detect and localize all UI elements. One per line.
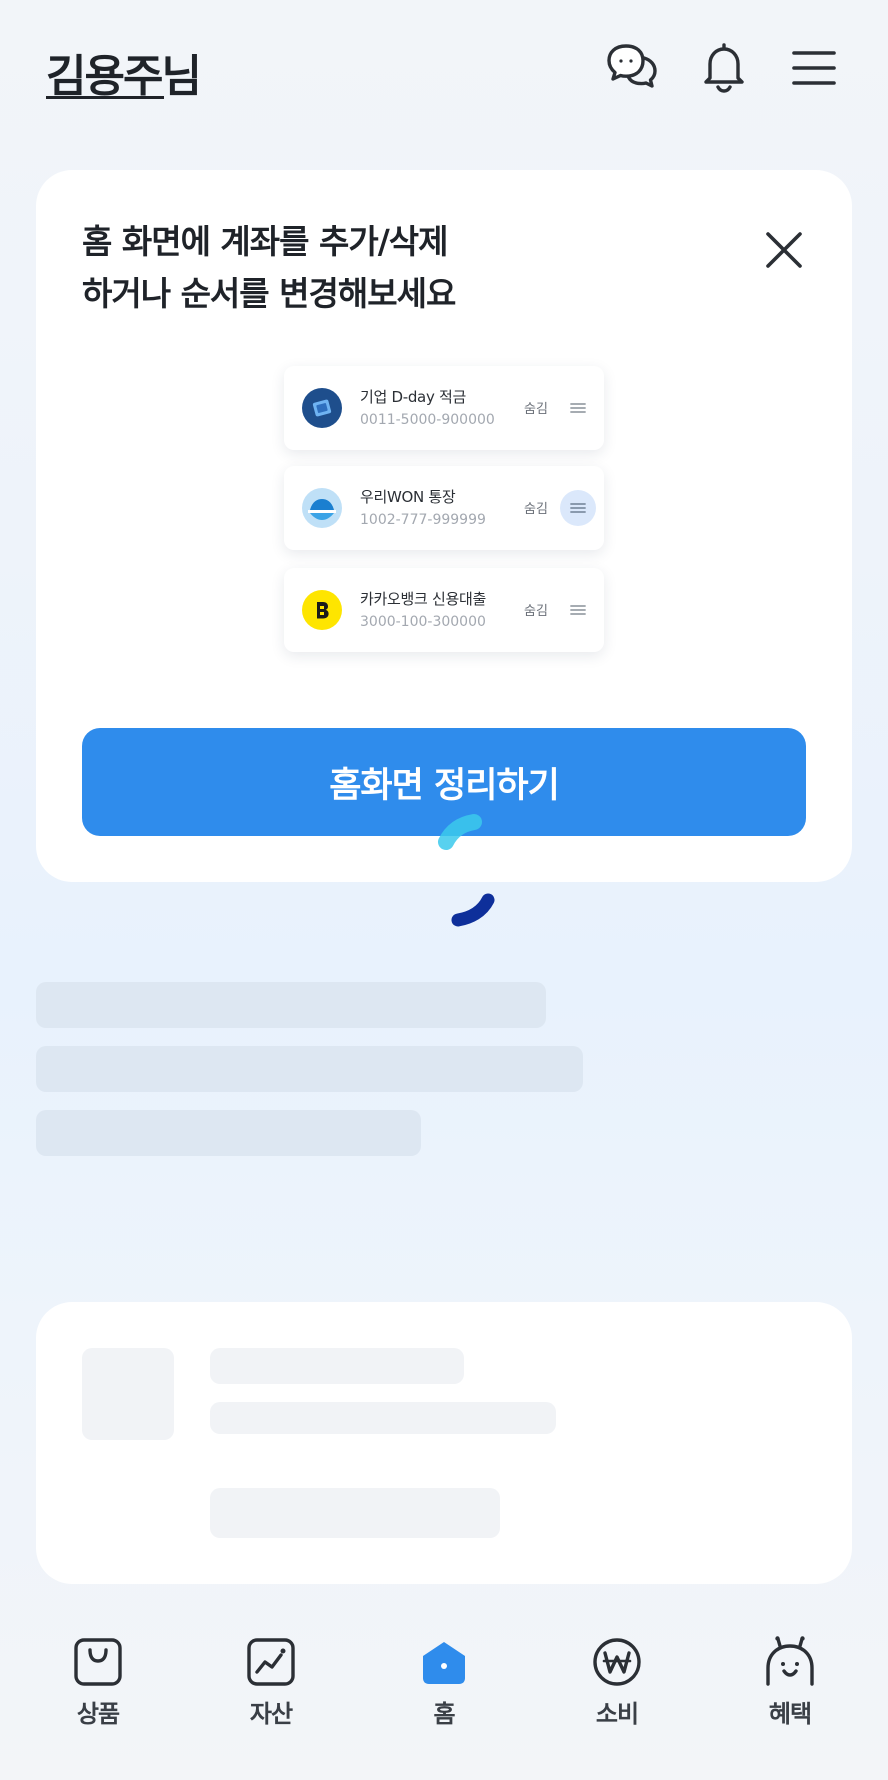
- organize-home-button[interactable]: 홈화면 정리하기: [82, 728, 806, 836]
- promo-title-line-1: 홈 화면에 계좌를 추가/삭제: [82, 222, 448, 261]
- hide-label: 숨김: [524, 604, 548, 619]
- tab-label: 혜택: [768, 1700, 812, 1728]
- bell-icon[interactable]: [696, 40, 752, 96]
- tab-home[interactable]: 홈: [384, 1634, 504, 1744]
- loading-placeholder: [210, 1348, 464, 1384]
- close-button[interactable]: [752, 218, 816, 282]
- hide-label: 숨김: [524, 502, 548, 517]
- loading-placeholder: [210, 1488, 500, 1538]
- tab-label: 상품: [76, 1700, 120, 1728]
- promo-title-line-2: 하거나 순서를 변경해보세요: [82, 274, 456, 313]
- account-name: 기업 D-day 적금: [360, 388, 466, 406]
- tab-label: 소비: [595, 1700, 639, 1728]
- tab-benefits[interactable]: 혜택: [730, 1634, 850, 1744]
- woori-bank-logo-icon: [302, 488, 342, 528]
- drag-handle-icon: [560, 490, 596, 526]
- account-preview-row: 우리WON 통장 1002-777-999999 숨김: [284, 466, 604, 550]
- close-icon: [766, 232, 802, 268]
- bottom-tab-bar: 상품 자산 홈 소비 혜택: [0, 1610, 888, 1780]
- kakaobank-logo-icon: [302, 590, 342, 630]
- hide-label: 숨김: [524, 402, 548, 417]
- loading-placeholder: [210, 1402, 556, 1434]
- account-preview-row: 기업 D-day 적금 0011-5000-900000 숨김: [284, 366, 604, 450]
- drag-handle-icon: [560, 390, 596, 426]
- account-number: 1002-777-999999: [360, 512, 486, 528]
- header: 김용주님: [0, 0, 888, 140]
- user-name[interactable]: 김용주님: [46, 40, 202, 104]
- account-number: 0011-5000-900000: [360, 412, 495, 428]
- home-edit-promo-card: 홈 화면에 계좌를 추가/삭제 하거나 순서를 변경해보세요 기업 D-day …: [36, 170, 852, 927]
- account-name: 카카오뱅크 신용대출: [360, 590, 486, 608]
- account-preview-row: 카카오뱅크 신용대출 3000-100-300000 숨김: [284, 568, 604, 652]
- tab-spending[interactable]: 소비: [557, 1634, 677, 1744]
- promo-title: 홈 화면에 계좌를 추가/삭제 하거나 순서를 변경해보세요: [82, 216, 602, 320]
- loading-placeholder: [36, 1110, 421, 1156]
- loading-placeholder: [36, 1046, 583, 1092]
- loading-placeholder: [82, 1348, 174, 1440]
- loading-card: [36, 1302, 852, 1584]
- tab-label: 홈: [433, 1700, 455, 1728]
- account-number: 3000-100-300000: [360, 614, 486, 630]
- account-name: 우리WON 통장: [360, 488, 456, 506]
- tab-label: 자산: [249, 1700, 293, 1728]
- won-icon: [593, 1638, 641, 1686]
- loading-placeholder: [36, 982, 546, 1028]
- ibk-bank-logo-icon: [302, 388, 342, 428]
- menu-icon[interactable]: [786, 40, 842, 96]
- user-name-underline: [46, 96, 164, 99]
- chart-icon: [247, 1638, 295, 1686]
- tab-assets[interactable]: 자산: [211, 1634, 331, 1744]
- drag-handle-icon: [560, 592, 596, 628]
- benefit-character-icon: [766, 1636, 814, 1686]
- organize-home-button-label: 홈화면 정리하기: [329, 765, 560, 806]
- home-icon: [423, 1642, 465, 1684]
- shopping-bag-icon: [74, 1638, 122, 1686]
- tab-products[interactable]: 상품: [38, 1634, 158, 1744]
- chat-icon[interactable]: [604, 40, 660, 96]
